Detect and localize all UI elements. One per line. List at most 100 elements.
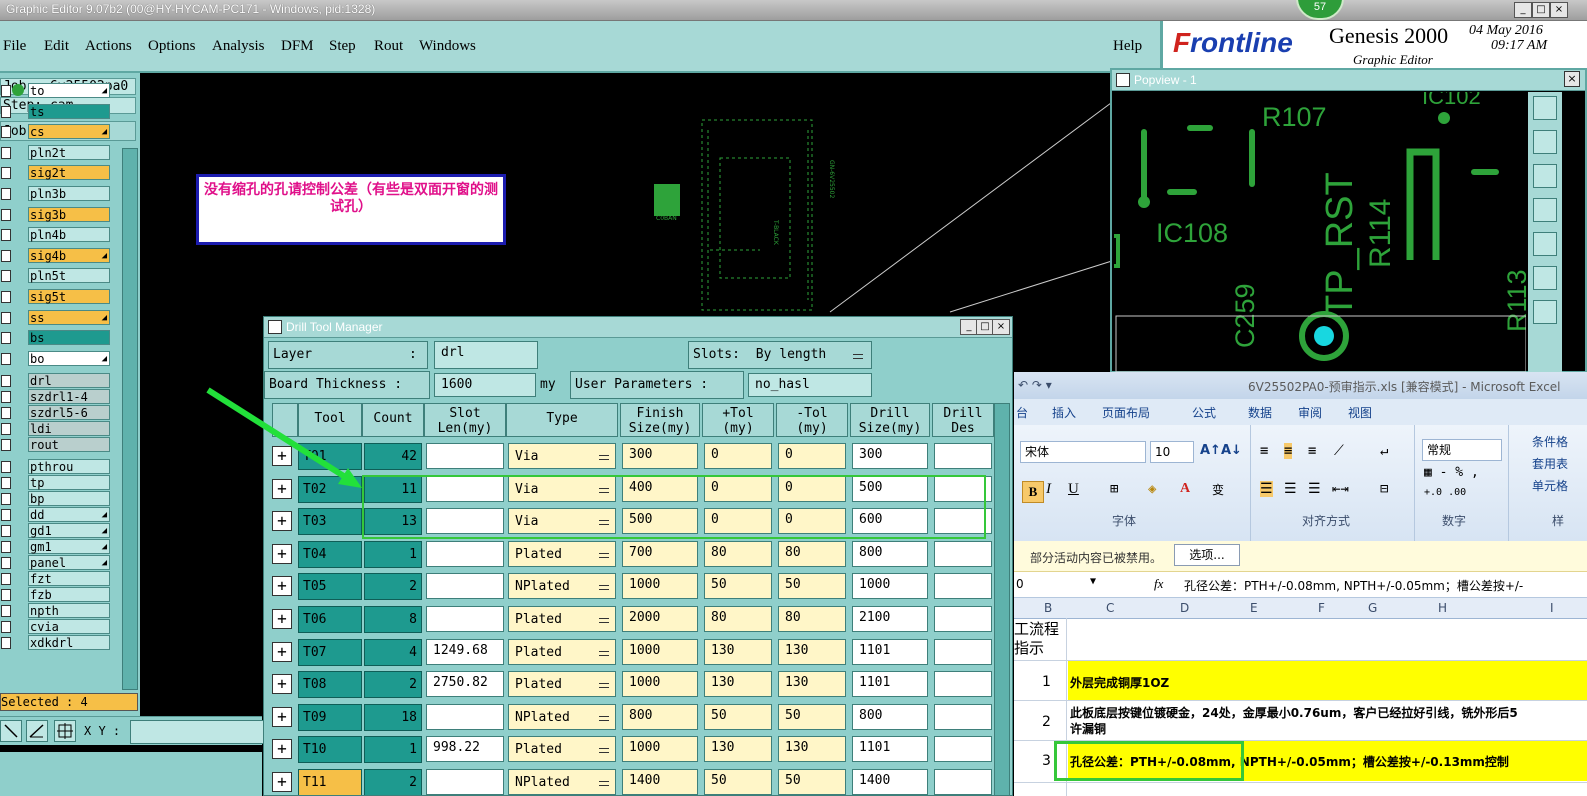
- drill-des-field[interactable]: [934, 671, 992, 698]
- finish-size-field[interactable]: 1000: [622, 638, 698, 665]
- type-select[interactable]: Plated: [508, 671, 616, 698]
- slot-len-field[interactable]: [426, 606, 504, 632]
- type-select[interactable]: NPlated: [508, 573, 616, 600]
- xy-input[interactable]: [130, 720, 264, 744]
- grow-font-icon[interactable]: A↑A↓: [1200, 443, 1242, 458]
- layer-item[interactable]: pln4b: [28, 227, 110, 243]
- undo-redo-icon[interactable]: ↶ ↷ ▾: [1018, 378, 1052, 392]
- row-2-text[interactable]: 此板底层按键位镀硬金，24处，金厚最小0.76um，客户已经拉好引线，铣外形后5…: [1070, 705, 1587, 737]
- tab-formulas[interactable]: 公式: [1192, 404, 1216, 421]
- tool-id[interactable]: T04: [298, 540, 362, 568]
- font-color-icon[interactable]: A: [1180, 481, 1190, 497]
- plus-tol-field[interactable]: 50: [704, 769, 772, 795]
- drill-des-field[interactable]: [934, 703, 992, 730]
- options-button[interactable]: 选项...: [1174, 544, 1240, 566]
- menu-step[interactable]: Step: [329, 38, 356, 55]
- pan-right-icon[interactable]: [1533, 232, 1557, 256]
- layer-item[interactable]: ts: [28, 103, 110, 119]
- wrap-text-icon[interactable]: ↵: [1380, 443, 1388, 459]
- slot-len-field[interactable]: 998.22: [426, 736, 504, 763]
- layer-checkbox[interactable]: [1, 229, 11, 242]
- zoom-tool-icon[interactable]: [0, 720, 22, 742]
- drill-des-field[interactable]: [934, 443, 992, 469]
- align-center-icon[interactable]: ☰: [1284, 481, 1297, 497]
- tab-home[interactable]: 台: [1016, 404, 1028, 421]
- layer-item[interactable]: dd ◢: [28, 507, 110, 523]
- drill-des-field[interactable]: [934, 606, 992, 632]
- menu-rout[interactable]: Rout: [374, 38, 403, 55]
- border-icon[interactable]: ⊞: [1110, 481, 1118, 497]
- zoom-in-icon[interactable]: [1533, 96, 1557, 120]
- plus-tol-field[interactable]: 0: [704, 443, 772, 469]
- layer-item[interactable]: pln3b: [28, 186, 110, 201]
- row-1-text[interactable]: 外层完成铜厚1OZ: [1070, 674, 1169, 691]
- minus-tol-field[interactable]: 50: [778, 703, 846, 730]
- drill-size-field[interactable]: 300: [852, 443, 928, 469]
- type-select[interactable]: Plated: [508, 540, 616, 567]
- fit-icon[interactable]: [1533, 266, 1557, 290]
- popview-close-button[interactable]: ×: [1564, 71, 1580, 87]
- minus-tol-field[interactable]: 130: [778, 736, 846, 763]
- plus-tol-field[interactable]: 130: [704, 671, 772, 698]
- drill-size-field[interactable]: 800: [852, 703, 928, 730]
- tool-table-scrollbar[interactable]: [994, 403, 1010, 795]
- col-d[interactable]: D: [1180, 601, 1189, 615]
- tab-data[interactable]: 数据: [1248, 404, 1272, 421]
- layer-checkbox[interactable]: [1, 525, 11, 538]
- slot-len-field[interactable]: 2750.82: [426, 671, 504, 698]
- layer-item[interactable]: sig3b: [28, 206, 110, 222]
- layer-checkbox[interactable]: [1, 439, 11, 452]
- tab-page-layout[interactable]: 页面布局: [1102, 404, 1150, 421]
- menu-actions[interactable]: Actions: [85, 38, 132, 55]
- layer-checkbox[interactable]: [1, 188, 11, 200]
- plus-tol-field[interactable]: 80: [704, 606, 772, 632]
- layer-checkbox[interactable]: [1, 311, 11, 324]
- layer-item[interactable]: bs: [28, 330, 110, 346]
- italic-icon[interactable]: I: [1046, 481, 1051, 498]
- tab-view[interactable]: 视图: [1348, 404, 1372, 421]
- minimize-button[interactable]: _: [1514, 2, 1532, 18]
- font-name-select[interactable]: 宋体: [1020, 441, 1146, 463]
- minus-tol-field[interactable]: 130: [778, 671, 846, 698]
- drill-des-field[interactable]: [934, 573, 992, 600]
- type-select[interactable]: Via: [508, 443, 616, 469]
- tool-id[interactable]: T11: [298, 769, 362, 795]
- drill-size-field[interactable]: 1101: [852, 736, 928, 763]
- layer-checkbox[interactable]: [1, 352, 11, 365]
- layer-item[interactable]: ldi: [28, 421, 110, 437]
- name-box-dropdown-icon[interactable]: ▼: [1090, 576, 1096, 587]
- minus-tol-field[interactable]: 130: [778, 638, 846, 665]
- col-e[interactable]: E: [1250, 601, 1258, 615]
- layer-checkbox[interactable]: [1, 105, 11, 118]
- slot-len-field[interactable]: 1249.68: [426, 638, 504, 665]
- plus-tol-field[interactable]: 50: [704, 573, 772, 600]
- layer-checkbox[interactable]: [1, 270, 11, 283]
- finish-size-field[interactable]: 700: [622, 540, 698, 567]
- finish-size-field[interactable]: 800: [622, 703, 698, 730]
- type-select[interactable]: NPlated: [508, 703, 616, 730]
- menu-windows[interactable]: Windows: [419, 38, 476, 55]
- fill-color-icon[interactable]: ◈: [1148, 481, 1156, 497]
- minus-tol-field[interactable]: 80: [778, 540, 846, 567]
- layer-checkbox[interactable]: [1, 407, 11, 420]
- layer-checkbox[interactable]: [1, 85, 11, 97]
- col-i[interactable]: I: [1550, 601, 1554, 615]
- drill-size-field[interactable]: 1400: [852, 769, 928, 795]
- conditional-format-button[interactable]: 条件格: [1532, 433, 1568, 450]
- slot-len-field[interactable]: [426, 769, 504, 795]
- popview-canvas[interactable]: R107 IC102 IC108 TP_RST R114 C259 R113: [1114, 92, 1526, 372]
- font-size-select[interactable]: 10: [1150, 441, 1194, 463]
- slot-len-field[interactable]: [426, 540, 504, 567]
- phonetic-icon[interactable]: 变: [1212, 481, 1224, 498]
- layer-checkbox[interactable]: [1, 249, 11, 262]
- align-top-icon[interactable]: ≡: [1260, 443, 1268, 459]
- layer-item[interactable]: rout: [28, 437, 110, 453]
- slot-len-field[interactable]: [426, 573, 504, 600]
- align-bottom-icon[interactable]: ≡: [1308, 443, 1316, 459]
- number-format-select[interactable]: 常规: [1422, 439, 1502, 461]
- name-box[interactable]: 0: [1016, 577, 1024, 591]
- measure-tool-icon[interactable]: [26, 720, 48, 742]
- grid-tool-icon[interactable]: [54, 720, 76, 742]
- col-f[interactable]: F: [1318, 601, 1325, 615]
- menu-help[interactable]: Help: [1113, 38, 1142, 55]
